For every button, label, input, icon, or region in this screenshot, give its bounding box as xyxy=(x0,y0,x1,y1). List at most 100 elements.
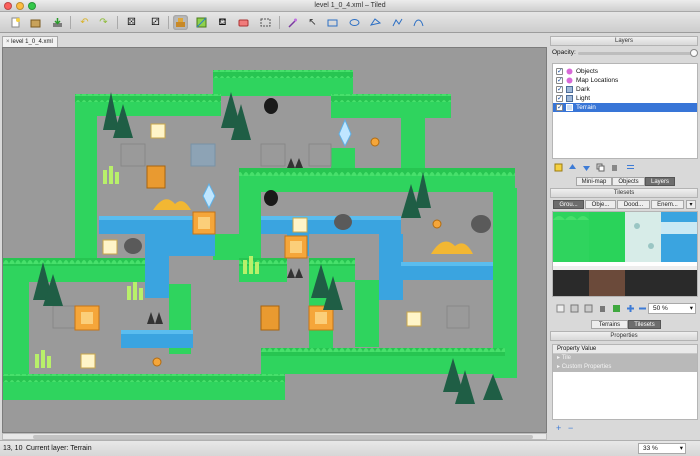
delete-tileset-icon[interactable] xyxy=(598,304,607,313)
tileset-tabs-chevron-down-icon[interactable]: ▾ xyxy=(686,200,696,209)
tab-tilesets[interactable]: Tilesets xyxy=(628,320,661,329)
insert-tile-icon[interactable] xyxy=(411,15,426,30)
edit-terrain-icon[interactable] xyxy=(612,304,621,313)
add-property-icon[interactable]: + xyxy=(556,423,561,433)
random-mode-icon[interactable]: ⚄ xyxy=(124,15,139,30)
delete-layer-icon[interactable] xyxy=(610,163,619,172)
magic-wand-icon[interactable] xyxy=(285,15,300,30)
layer-name: Dark xyxy=(576,86,590,93)
chevron-down-icon: ▾ xyxy=(689,305,693,312)
layer-row-light[interactable]: Light xyxy=(553,94,697,103)
eraser-icon[interactable] xyxy=(236,15,251,30)
object-layer-icon xyxy=(566,77,573,84)
select-same-tile-icon[interactable]: ↖ xyxy=(305,15,320,30)
layer-row-objects[interactable]: Objects xyxy=(553,67,697,76)
duplicate-layer-icon[interactable] xyxy=(596,163,605,172)
opacity-slider-handle[interactable] xyxy=(690,49,698,57)
document-tab-label: level 1_0_4.xml xyxy=(11,39,53,45)
redo-icon[interactable]: ↷ xyxy=(96,15,111,30)
insert-polyline-icon[interactable] xyxy=(390,15,405,30)
insert-polygon-icon[interactable] xyxy=(368,15,383,30)
layer-actions-bar xyxy=(552,162,698,174)
object-layer-icon xyxy=(566,68,573,75)
add-tiles-icon[interactable] xyxy=(626,304,635,313)
layers-panel-title: Layers xyxy=(550,36,698,46)
close-window-button[interactable] xyxy=(4,2,12,10)
minimize-window-button[interactable] xyxy=(16,2,24,10)
layer-visibility-checkbox[interactable] xyxy=(556,76,563,85)
tileset-zoom-select[interactable]: 50 % ▾ xyxy=(648,303,696,314)
save-icon[interactable] xyxy=(50,15,65,30)
layer-name: Terrain xyxy=(576,104,596,111)
tile-layer-icon xyxy=(566,104,573,111)
stamp-brush-icon[interactable] xyxy=(173,15,188,30)
chevron-down-icon: ▾ xyxy=(679,445,683,452)
property-group-custom[interactable]: ▸ Custom Properties xyxy=(553,363,697,372)
main-toolbar: ↶ ↷ ⚄ ⚂ ⛾ ↖ xyxy=(0,12,700,33)
zoom-select[interactable]: 33 % ▾ xyxy=(638,443,686,454)
edit-polygons-icon[interactable] xyxy=(347,15,362,30)
property-group-tile[interactable]: ▸ Tile xyxy=(553,354,697,363)
layer-name: Map Locations xyxy=(576,77,619,84)
move-layer-up-icon[interactable] xyxy=(568,163,577,172)
tileset-tab-ground[interactable]: Grou... xyxy=(553,200,584,209)
properties-table: Property Value ▸ Tile ▸ Custom Propertie… xyxy=(552,344,698,420)
properties-header: Property Value xyxy=(553,345,697,354)
document-tab[interactable]: × level 1_0_4.xml xyxy=(2,36,58,47)
tileset-tiles[interactable] xyxy=(553,212,698,297)
property-group-label: Custom Properties xyxy=(561,364,612,370)
export-tileset-icon[interactable] xyxy=(584,304,593,313)
wang-mode-icon[interactable]: ⚂ xyxy=(148,15,163,30)
tile-layer-icon xyxy=(566,95,573,102)
new-tileset-icon[interactable] xyxy=(556,304,565,313)
import-tileset-icon[interactable] xyxy=(570,304,579,313)
layer-name: Light xyxy=(576,95,591,102)
tileset-view[interactable] xyxy=(552,211,698,297)
remove-property-icon[interactable]: − xyxy=(568,423,573,433)
layer-name: Objects xyxy=(576,68,599,75)
tile-layer-icon xyxy=(566,86,573,93)
layer-row-map-locations[interactable]: Map Locations xyxy=(553,76,697,85)
property-group-label: Tile xyxy=(561,355,572,361)
cursor-coordinates: 13, 10 xyxy=(3,445,23,452)
layer-visibility-checkbox[interactable] xyxy=(556,103,563,112)
bucket-fill-icon[interactable]: ⛾ xyxy=(215,15,230,30)
layer-row-terrain[interactable]: Terrain xyxy=(553,103,697,112)
new-icon[interactable] xyxy=(8,15,23,30)
tileset-tab-doodads[interactable]: Dood... xyxy=(617,200,650,209)
tab-layers[interactable]: Layers xyxy=(645,177,675,186)
window-title-bar: level 1_0_4.xml – Tiled xyxy=(0,0,700,12)
tab-objects[interactable]: Objects xyxy=(612,177,645,186)
layer-menu-icon[interactable] xyxy=(626,163,635,172)
status-bar: 13, 10 Current layer: Terrain 33 % ▾ xyxy=(0,440,700,456)
tab-terrains[interactable]: Terrains xyxy=(591,320,628,329)
select-objects-icon[interactable] xyxy=(325,15,340,30)
terrain-brush-icon[interactable] xyxy=(194,15,209,30)
tileset-tab-enemies[interactable]: Enem... xyxy=(651,200,684,209)
open-icon[interactable] xyxy=(28,15,43,30)
add-layer-icon[interactable] xyxy=(554,163,563,172)
opacity-label: Opacity: xyxy=(552,49,576,56)
canvas-horizontal-scrollbar[interactable] xyxy=(2,433,547,440)
move-layer-down-icon[interactable] xyxy=(582,163,591,172)
layer-visibility-checkbox[interactable] xyxy=(556,67,563,76)
layer-visibility-checkbox[interactable] xyxy=(556,94,563,103)
opacity-slider[interactable] xyxy=(578,49,698,57)
layer-row-dark[interactable]: Dark xyxy=(553,85,697,94)
tab-mini-map[interactable]: Mini-map xyxy=(576,177,612,186)
remove-tiles-icon[interactable] xyxy=(638,304,647,313)
tileset-tab-objects[interactable]: Obje... xyxy=(585,200,616,209)
undo-icon[interactable]: ↶ xyxy=(77,15,92,30)
zoom-window-button[interactable] xyxy=(28,2,36,10)
properties-panel-title: Properties xyxy=(550,331,698,341)
window-controls xyxy=(4,2,36,10)
current-layer-status: Current layer: Terrain xyxy=(26,445,92,452)
rect-select-icon[interactable] xyxy=(258,15,273,30)
scroll-thumb[interactable] xyxy=(33,435,533,439)
map-view[interactable] xyxy=(3,48,547,433)
property-actions-bar: + − xyxy=(552,423,698,435)
map-canvas[interactable] xyxy=(2,47,547,433)
tileset-zoom-value: 50 % xyxy=(653,305,668,312)
layer-visibility-checkbox[interactable] xyxy=(556,85,563,94)
zoom-value: 33 % xyxy=(643,445,658,452)
